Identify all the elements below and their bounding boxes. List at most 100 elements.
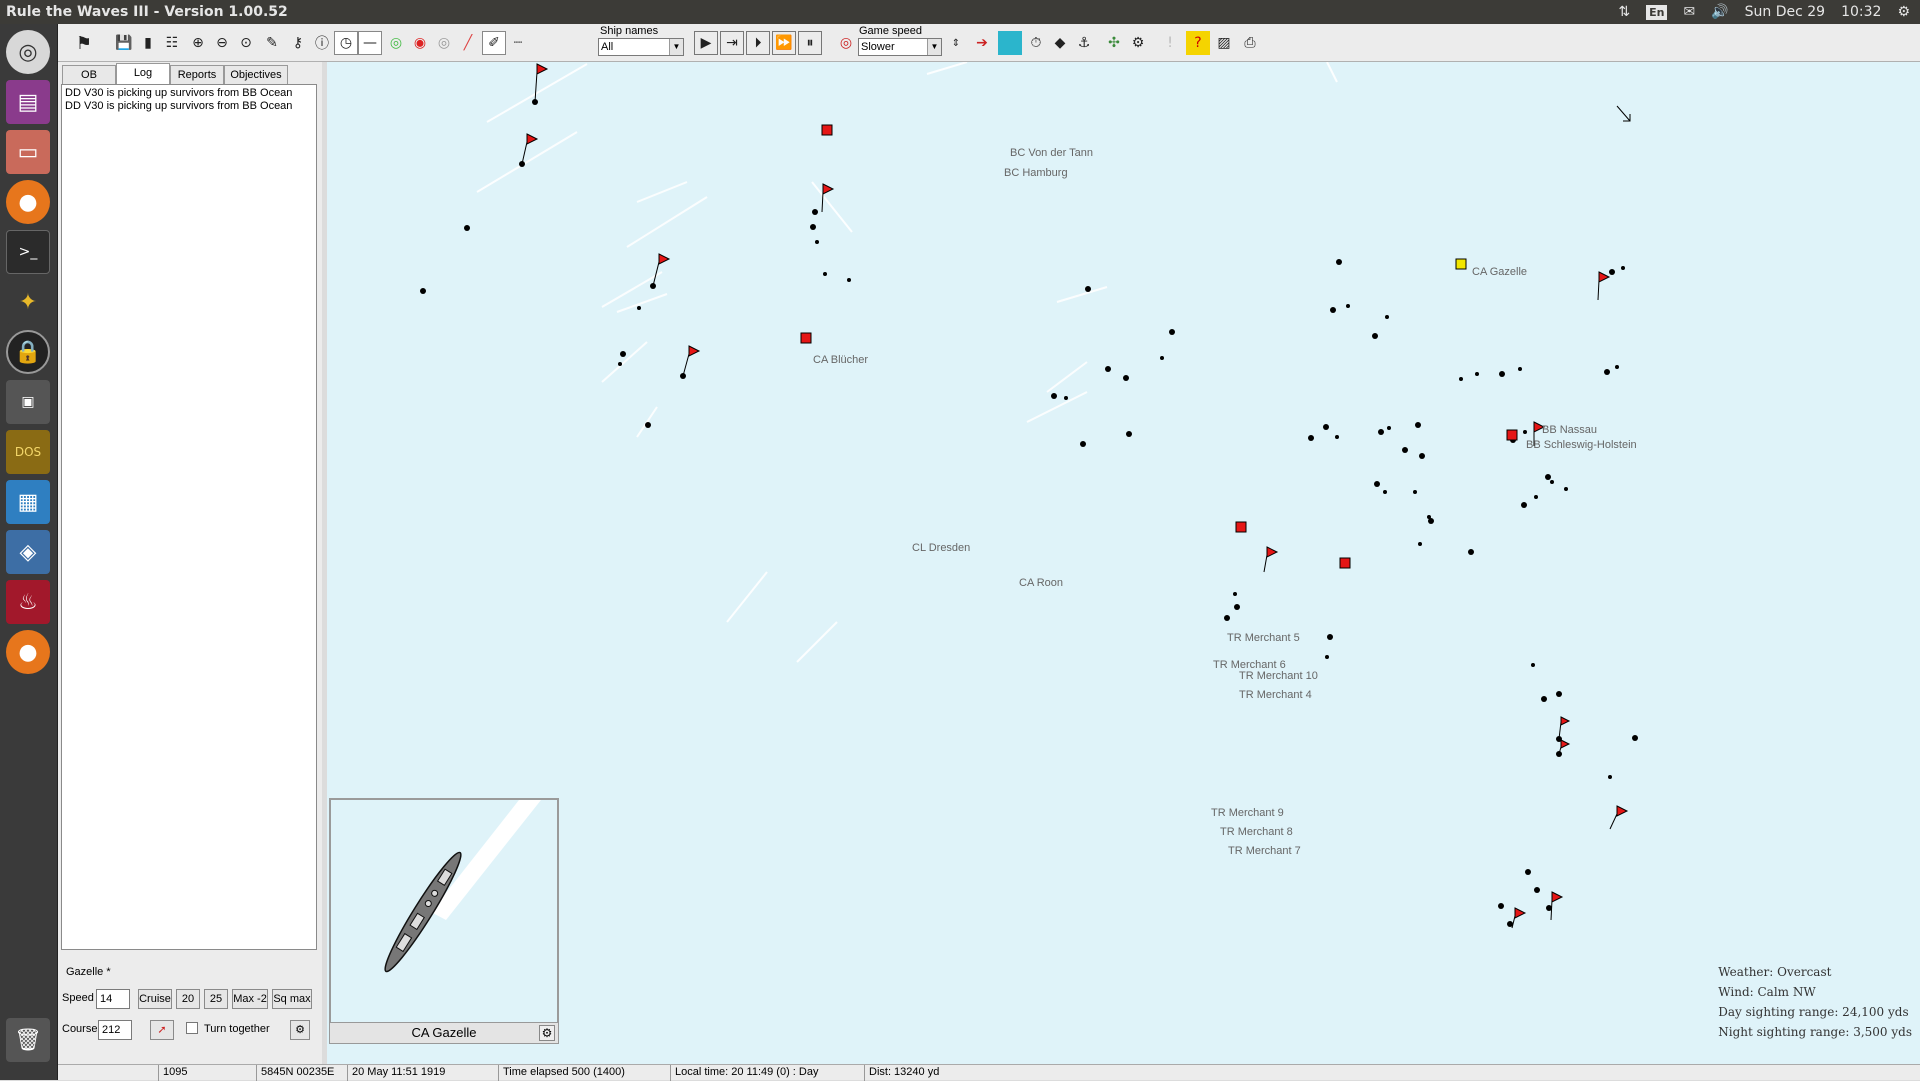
wake-line — [1046, 361, 1088, 393]
window-icon[interactable]: ▣ — [6, 380, 50, 424]
ship-label[interactable]: CA Blücher — [813, 354, 868, 366]
step-icon[interactable]: ⇥ — [720, 31, 744, 55]
firefox-alt-icon[interactable]: ● — [6, 630, 50, 674]
zoom-in-icon[interactable]: ⊕ — [186, 31, 210, 55]
circle-red-icon[interactable]: ◉ — [408, 31, 432, 55]
trash-icon[interactable]: 🗑 — [6, 1018, 50, 1062]
ship-label[interactable]: BC Hamburg — [1004, 167, 1068, 179]
formation-settings-icon[interactable]: ⚙ — [1126, 31, 1150, 55]
sea-view-icon[interactable] — [998, 31, 1022, 55]
stopwatch-icon[interactable]: ⏱ — [1024, 31, 1048, 55]
volume-icon[interactable]: 🔊 — [1711, 4, 1728, 20]
ship-label[interactable]: TR Merchant 9 — [1211, 807, 1284, 819]
pause-icon[interactable]: ⏸ — [798, 31, 822, 55]
mail-icon[interactable]: ✉ — [1683, 4, 1695, 20]
navy-flag-icon[interactable]: ⚑ — [64, 31, 104, 55]
clipboard-icon[interactable]: ▨ — [1212, 31, 1236, 55]
ship-label[interactable]: CL Dresden — [912, 542, 970, 554]
ship-label[interactable]: BB Nassau — [1542, 424, 1597, 436]
pen-icon[interactable]: ✐ — [482, 31, 506, 55]
ship-label[interactable]: TR Merchant 10 — [1239, 670, 1318, 682]
tab-reports[interactable]: Reports — [170, 65, 224, 84]
language-indicator[interactable]: En — [1646, 4, 1668, 20]
circle-grey-icon[interactable]: ◎ — [432, 31, 456, 55]
line-icon[interactable]: — — [358, 31, 382, 55]
tab-ob[interactable]: OB — [62, 65, 116, 84]
notebook-icon[interactable]: ▮ — [136, 31, 160, 55]
skip-icon[interactable]: ⏵ — [746, 31, 770, 55]
tab-objectives[interactable]: Objectives — [224, 65, 288, 84]
firefox-icon[interactable]: ● — [6, 180, 50, 224]
dosbox-icon[interactable]: DOS — [6, 430, 50, 474]
game-speed-select[interactable]: Slower ▼ — [858, 38, 942, 56]
sq-max-button[interactable]: Sq max — [272, 989, 312, 1009]
fast-forward-icon[interactable]: ⏩ — [772, 31, 796, 55]
clock-icon[interactable]: ◷ — [334, 31, 358, 55]
wine-icon[interactable]: ♨ — [6, 580, 50, 624]
dotted-line-icon[interactable]: ┈ — [506, 31, 530, 55]
ship-label[interactable]: CA Gazelle — [1472, 266, 1527, 278]
formation-icon[interactable]: ✣ — [1102, 31, 1126, 55]
circle-green-icon[interactable]: ◎ — [384, 31, 408, 55]
log-list[interactable]: DD V30 is picking up survivors from BB O… — [61, 84, 317, 950]
save-icon[interactable]: 💾 — [112, 31, 136, 55]
red-arrow-icon[interactable]: ➔ — [970, 31, 994, 55]
day-sighting-text: Day sighting range: 24,100 yds — [1718, 1005, 1909, 1019]
anchor-icon[interactable]: ⚓ — [1072, 31, 1096, 55]
ship-marker — [1523, 430, 1527, 434]
zoom-out-icon[interactable]: ⊖ — [210, 31, 234, 55]
ship-label[interactable]: TR Merchant 7 — [1228, 845, 1301, 857]
course-stepper[interactable]: 212 — [98, 1020, 132, 1040]
terminal-icon[interactable]: >_ — [6, 230, 50, 274]
ship-view-settings-icon[interactable]: ⚙ — [539, 1025, 555, 1041]
ship-marker — [823, 272, 827, 276]
ship-label[interactable]: TR Merchant 8 — [1220, 826, 1293, 838]
turn-together-checkbox[interactable] — [186, 1022, 198, 1034]
network-icon[interactable]: ⇅ — [1618, 4, 1630, 20]
brush-icon[interactable]: ✎ — [260, 31, 284, 55]
cruise-button[interactable]: Cruise — [138, 989, 172, 1009]
map-canvas[interactable] — [327, 62, 1920, 1064]
info-icon[interactable]: ⓘ — [310, 31, 334, 55]
speed-spinner-icon[interactable]: ⇕ — [944, 31, 968, 55]
lock-toggle-icon[interactable]: ⚷ — [286, 31, 310, 55]
play-icon[interactable]: ▶ — [694, 31, 718, 55]
target-icon[interactable]: ◎ — [834, 31, 858, 55]
settings-gear-icon[interactable]: ⚙ — [1897, 4, 1910, 20]
ship-label[interactable]: BB Schleswig-Holstein — [1526, 439, 1637, 451]
speed-25-button[interactable]: 25 — [204, 989, 228, 1009]
ship-label[interactable]: CA Roon — [1019, 577, 1063, 589]
red-line-icon[interactable]: ╱ — [456, 31, 480, 55]
lock-icon[interactable]: 🔒 — [6, 330, 50, 374]
files-icon[interactable]: ▭ — [6, 130, 50, 174]
ship-marker — [1346, 304, 1350, 308]
ship-label[interactable]: TR Merchant 5 — [1227, 632, 1300, 644]
calendar-icon[interactable]: ▤ — [6, 80, 50, 124]
piewm-icon[interactable]: ✦ — [6, 280, 50, 324]
settings-small-icon[interactable]: ⚙ — [290, 1020, 310, 1040]
ship-label[interactable]: TR Merchant 4 — [1239, 689, 1312, 701]
zoom-reset-icon[interactable]: ⊙ — [234, 31, 258, 55]
ship-marker — [1534, 495, 1538, 499]
clock-display[interactable]: 10:32 — [1841, 4, 1881, 20]
course-arrow-icon[interactable]: ➚ — [150, 1020, 174, 1040]
chromium-icon[interactable]: ◎ — [6, 30, 50, 74]
print-icon[interactable]: ⎙ — [1238, 31, 1262, 55]
flag-pole — [1550, 899, 1553, 921]
help-icon[interactable]: ? — [1186, 31, 1210, 55]
eraser-icon[interactable]: ◆ — [1048, 31, 1072, 55]
course-label: Course — [62, 1023, 98, 1035]
flag-square — [1506, 429, 1518, 441]
tab-log[interactable]: Log — [116, 63, 170, 84]
ship-names-select[interactable]: All ▼ — [598, 38, 684, 56]
ship-marker — [1330, 307, 1336, 313]
date-display[interactable]: Sun Dec 29 — [1745, 4, 1825, 20]
max-minus-2-button[interactable]: Max -2 — [232, 989, 268, 1009]
virtualbox-icon[interactable]: ◈ — [6, 530, 50, 574]
speed-stepper[interactable]: 14 — [96, 989, 130, 1009]
tactical-map[interactable]: BC Von der Tann BC Hamburg CA Gazelle CA… — [327, 62, 1920, 1064]
speed-20-button[interactable]: 20 — [176, 989, 200, 1009]
ship-list-icon[interactable]: ☷ — [160, 31, 184, 55]
ship-label[interactable]: BC Von der Tann — [1010, 147, 1093, 159]
writer-icon[interactable]: ▦ — [6, 480, 50, 524]
